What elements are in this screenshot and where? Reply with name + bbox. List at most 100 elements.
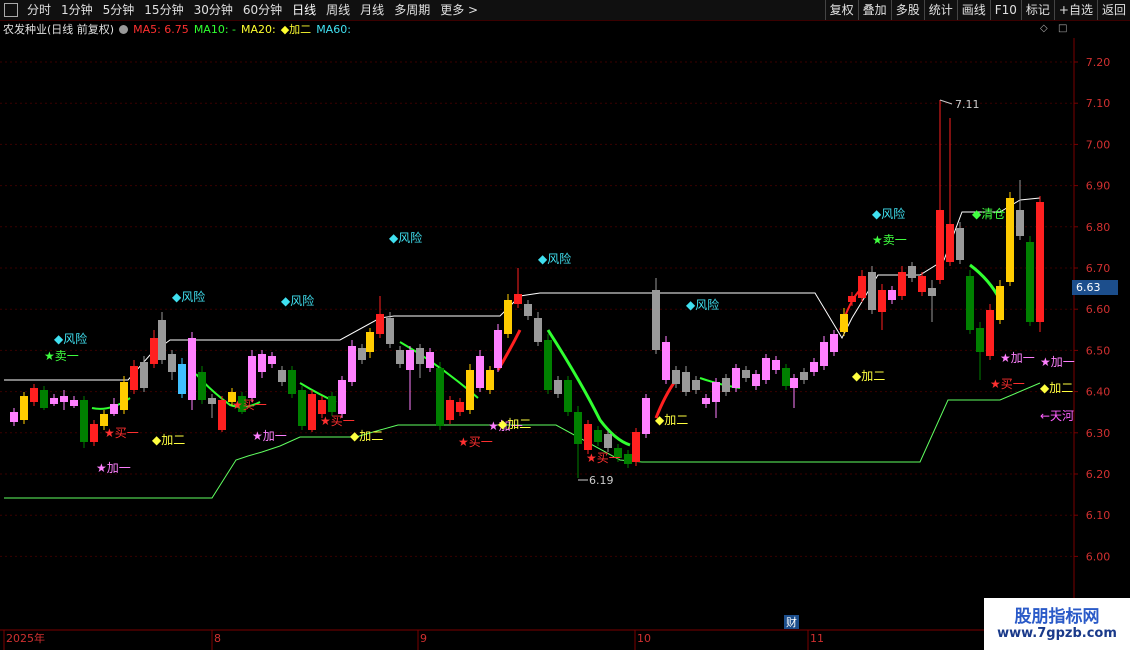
- candle-body: [456, 402, 464, 412]
- candle-body: [712, 382, 720, 402]
- candle-body: [544, 340, 552, 390]
- candle-body: [40, 390, 48, 408]
- candle-body: [248, 356, 256, 398]
- high-marker: 7.11: [939, 98, 980, 111]
- risk-signal: ◆风险: [872, 206, 905, 221]
- add-one-signal: ★加一: [252, 429, 287, 443]
- candle-body: [692, 380, 700, 390]
- candle-body: [358, 348, 366, 360]
- candle-body: [840, 314, 848, 332]
- candle-body: [278, 370, 286, 382]
- add-one-signal: ★加一: [1000, 351, 1035, 365]
- candle-body: [594, 430, 602, 442]
- buy-one-signal: ★买一: [232, 398, 267, 412]
- candle-body: [946, 224, 954, 262]
- fin-badge-label: 财: [786, 615, 797, 629]
- date-tick-label: 8: [214, 632, 221, 645]
- candle-body: [60, 396, 68, 402]
- risk-signal: ◆风险: [538, 251, 571, 266]
- price-tick-label: 6.50: [1086, 344, 1111, 357]
- candle-body: [318, 400, 326, 414]
- clear-position-signal: ◆清仓: [972, 207, 1005, 221]
- candle-body: [168, 354, 176, 372]
- candle-body: [90, 424, 98, 442]
- date-axis-labels: 2025年 8 9 10 11: [3, 630, 824, 650]
- add-one-signal: ★加一: [1040, 355, 1075, 369]
- candle-body: [396, 350, 404, 364]
- candle-body: [554, 380, 562, 394]
- candle-body: [426, 352, 434, 368]
- watermark-url: www.7gpzb.com: [997, 626, 1117, 641]
- price-tick-label: 6.60: [1086, 303, 1111, 316]
- candle-body: [504, 300, 512, 334]
- financial-report-icon[interactable]: 财: [784, 615, 799, 629]
- candle-body: [742, 370, 750, 378]
- low-marker: 6.19: [578, 474, 614, 487]
- candle-body: [288, 370, 296, 394]
- candle-body: [100, 414, 108, 426]
- candle-body: [446, 400, 454, 420]
- candle-body: [1006, 198, 1014, 282]
- ma-green-7: [969, 263, 1002, 301]
- price-tick-label: 6.00: [1086, 550, 1111, 563]
- candle-body: [80, 400, 88, 442]
- candle-body: [178, 364, 186, 394]
- candle-body: [888, 290, 896, 300]
- candle-body: [928, 288, 936, 296]
- risk-signal: ◆风险: [281, 293, 314, 308]
- candle-body: [338, 380, 346, 414]
- sell-one-signal: ★卖一: [44, 349, 79, 363]
- candle-body: [898, 272, 906, 296]
- current-price-badge: 6.63: [1072, 280, 1118, 295]
- date-tick-label: 2025年: [6, 631, 45, 645]
- kline-chart[interactable]: 7.20 7.10 7.00 6.90 6.80 6.70 6.60 6.50 6.40 6.30…: [0, 0, 1130, 650]
- buy-one-signal: ★买一: [104, 426, 139, 440]
- candle-body: [10, 412, 18, 422]
- price-tick-label: 6.20: [1086, 468, 1111, 481]
- add-two-signal: ◆加二: [655, 413, 688, 427]
- high-label: 7.11: [955, 98, 980, 111]
- candle-body: [732, 368, 740, 388]
- candle-body: [642, 398, 650, 434]
- candle-body: [632, 432, 640, 462]
- risk-signal: ◆风险: [686, 297, 719, 312]
- candle-body: [936, 210, 944, 280]
- candle-body: [800, 372, 808, 380]
- buy-one-signal: ★买一: [586, 451, 621, 465]
- candle-body: [494, 330, 502, 368]
- tianhe-signal: ←天河: [1040, 409, 1074, 423]
- date-tick-label: 9: [420, 632, 427, 645]
- candle-body: [50, 398, 58, 404]
- candle-body: [820, 342, 828, 366]
- candle-body: [672, 370, 680, 384]
- candle-body: [30, 388, 38, 402]
- candle-body: [198, 372, 206, 400]
- candle-body: [328, 396, 336, 412]
- date-tick-label: 11: [810, 632, 824, 645]
- risk-signal: ◆风险: [54, 331, 87, 346]
- candle-body: [790, 378, 798, 388]
- candle-body: [782, 368, 790, 386]
- candle-body: [140, 362, 148, 388]
- candle-body: [918, 276, 926, 292]
- price-tick-label: 7.10: [1086, 97, 1111, 110]
- buy-one-signal: ★买一: [458, 435, 493, 449]
- candle-body: [308, 394, 316, 430]
- candle-body: [110, 404, 118, 414]
- candle-body: [188, 338, 196, 400]
- candle-body: [514, 294, 522, 304]
- candle-body: [966, 276, 974, 330]
- candle-body: [662, 342, 670, 380]
- candle-body: [298, 390, 306, 426]
- candle-body: [150, 338, 158, 364]
- candle-body: [524, 304, 532, 316]
- candle-body: [848, 296, 856, 302]
- candle-body: [466, 370, 474, 410]
- add-two-signal: ◆加二: [498, 417, 531, 431]
- candle-body: [830, 334, 838, 352]
- candle-body: [1036, 202, 1044, 322]
- candle-body: [268, 356, 276, 364]
- candle-body: [258, 354, 266, 372]
- candle-body: [986, 310, 994, 356]
- candle-body: [1016, 210, 1024, 236]
